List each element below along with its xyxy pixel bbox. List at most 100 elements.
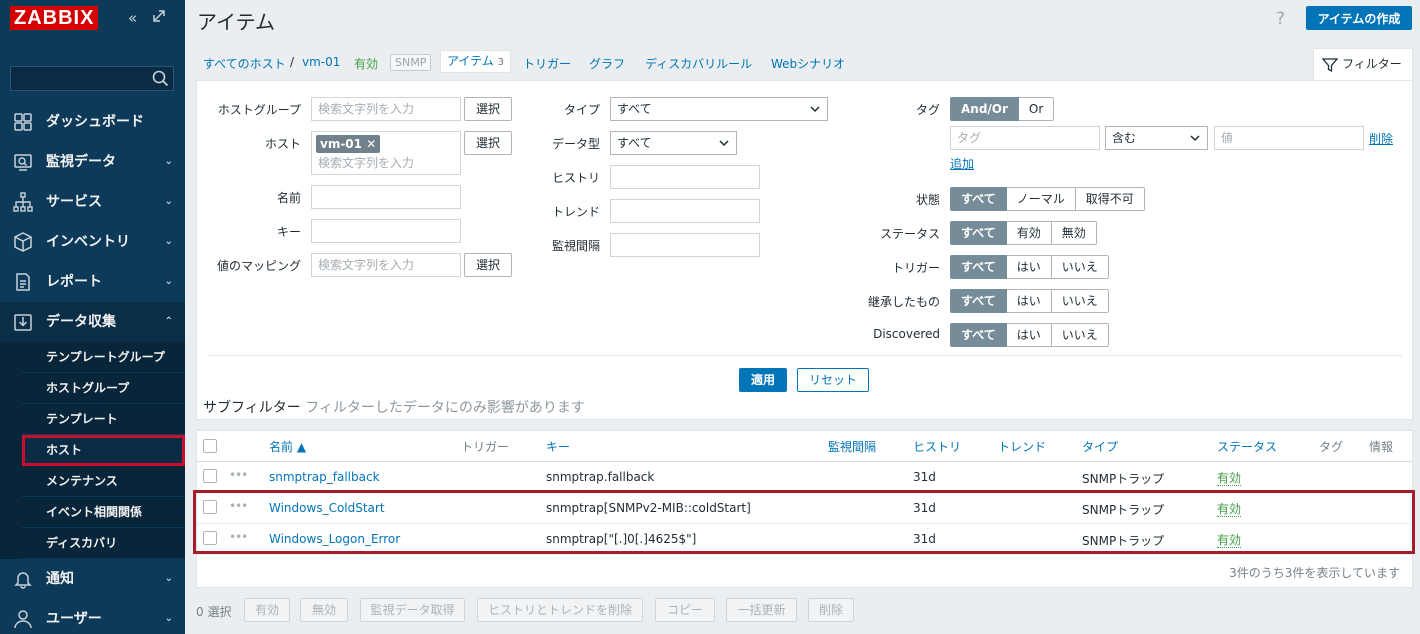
collapse-sidebar-icon[interactable]: «: [128, 9, 137, 27]
status-all-option[interactable]: すべて: [950, 221, 1007, 245]
tag-name-input[interactable]: タグ: [950, 126, 1100, 150]
triggers-all-option[interactable]: すべて: [950, 255, 1007, 279]
column-interval[interactable]: 監視間隔: [828, 438, 876, 455]
breadcrumb-all-hosts[interactable]: すべてのホスト: [203, 55, 286, 72]
apply-button[interactable]: 適用: [739, 368, 787, 392]
column-status[interactable]: ステータス: [1217, 438, 1277, 455]
triggers-toggle[interactable]: すべて はい いいえ: [950, 255, 1109, 279]
more-options-icon[interactable]: •••: [229, 468, 248, 482]
submenu-item-event-correlation[interactable]: イベント相関関係: [22, 497, 185, 528]
menu-item-alerts[interactable]: 通知 ⌄: [0, 559, 185, 599]
triggers-yes-option[interactable]: はい: [1006, 255, 1052, 279]
inherited-all-option[interactable]: すべて: [950, 289, 1007, 313]
select-all-checkbox[interactable]: [203, 439, 217, 453]
inherited-no-option[interactable]: いいえ: [1051, 289, 1109, 313]
item-name-link[interactable]: snmptrap_fallback: [269, 470, 380, 484]
clear-history-button[interactable]: ヒストリとトレンドを削除: [477, 598, 643, 622]
menu-item-services[interactable]: サービス ⌄: [0, 182, 185, 222]
tag-andor-option[interactable]: And/Or: [950, 97, 1019, 121]
status-enabled-option[interactable]: 有効: [1006, 221, 1052, 245]
filter-tab[interactable]: フィルター: [1313, 48, 1413, 80]
discovered-toggle[interactable]: すべて はい いいえ: [950, 323, 1109, 347]
type-select[interactable]: すべて: [610, 97, 828, 121]
state-toggle[interactable]: すべて ノーマル 取得不可: [950, 187, 1145, 211]
datatype-select[interactable]: すべて: [610, 131, 737, 155]
column-name[interactable]: 名前 ▲: [269, 438, 306, 455]
column-key[interactable]: キー: [546, 438, 570, 455]
tab-triggers[interactable]: トリガー: [523, 55, 571, 72]
triggers-no-option[interactable]: いいえ: [1051, 255, 1109, 279]
column-trends[interactable]: トレンド: [998, 438, 1046, 455]
column-type[interactable]: タイプ: [1082, 438, 1118, 455]
row-checkbox[interactable]: [203, 500, 217, 514]
item-name-link[interactable]: Windows_ColdStart: [269, 501, 385, 515]
row-checkbox[interactable]: [203, 531, 217, 545]
more-options-icon[interactable]: •••: [229, 530, 248, 544]
interval-input[interactable]: [610, 233, 760, 257]
submenu-item-templates[interactable]: テンプレート: [22, 404, 185, 435]
menu-item-inventory[interactable]: インベントリ ⌄: [0, 222, 185, 262]
reset-button[interactable]: リセット: [797, 368, 869, 392]
submenu-item-discovery[interactable]: ディスカバリ: [22, 528, 185, 559]
zabbix-logo[interactable]: ZABBIX: [10, 6, 99, 30]
tab-web-scenarios[interactable]: Webシナリオ: [771, 55, 845, 72]
column-history[interactable]: ヒストリ: [913, 438, 961, 455]
hostgroup-input[interactable]: 検索文字列を入力: [311, 97, 461, 121]
row-checkbox[interactable]: [203, 469, 217, 483]
host-token[interactable]: vm-01 ✕: [316, 135, 381, 153]
menu-item-monitoring[interactable]: 監視データ ⌄: [0, 142, 185, 182]
tag-or-option[interactable]: Or: [1018, 97, 1055, 121]
menu-item-reports[interactable]: レポート ⌄: [0, 262, 185, 302]
sidebar-search-input[interactable]: [10, 66, 174, 91]
valuemap-select-button[interactable]: 選択: [464, 253, 512, 277]
discovered-no-option[interactable]: いいえ: [1051, 323, 1109, 347]
item-status-toggle[interactable]: 有効: [1217, 503, 1242, 517]
tag-value-input[interactable]: 値: [1214, 126, 1364, 150]
delete-button[interactable]: 削除: [808, 598, 854, 622]
disable-button[interactable]: 無効: [300, 598, 348, 622]
copy-button[interactable]: コピー: [655, 598, 715, 622]
submenu-item-template-groups[interactable]: テンプレートグループ: [22, 342, 185, 373]
check-now-button[interactable]: 監視データ取得: [360, 598, 465, 622]
name-input[interactable]: [311, 185, 461, 209]
mass-update-button[interactable]: 一括更新: [726, 598, 797, 622]
inherited-yes-option[interactable]: はい: [1006, 289, 1052, 313]
tag-add-link[interactable]: 追加: [950, 155, 974, 172]
menu-item-users[interactable]: ユーザー ⌄: [0, 599, 185, 634]
submenu-item-maintenance[interactable]: メンテナンス: [22, 466, 185, 497]
discovered-all-option[interactable]: すべて: [950, 323, 1007, 347]
state-all-option[interactable]: すべて: [950, 187, 1007, 211]
valuemap-input[interactable]: 検索文字列を入力: [311, 253, 461, 277]
breadcrumb-host[interactable]: vm-01: [302, 55, 340, 69]
item-status-toggle[interactable]: 有効: [1217, 534, 1242, 548]
state-unsupported-option[interactable]: 取得不可: [1075, 187, 1145, 211]
state-normal-option[interactable]: ノーマル: [1006, 187, 1076, 211]
kiosk-mode-icon[interactable]: [152, 9, 166, 27]
menu-item-data-collection[interactable]: データ収集 ⌃: [0, 302, 185, 342]
menu-item-dashboard[interactable]: ダッシュボード: [0, 102, 185, 142]
discovered-yes-option[interactable]: はい: [1006, 323, 1052, 347]
host-select-button[interactable]: 選択: [464, 131, 512, 155]
enable-button[interactable]: 有効: [244, 598, 290, 622]
create-item-button[interactable]: アイテムの作成: [1306, 6, 1412, 30]
key-input[interactable]: [311, 219, 461, 243]
host-multiselect[interactable]: vm-01 ✕ 検索文字列を入力: [311, 131, 461, 175]
help-icon[interactable]: ?: [1276, 9, 1285, 29]
tag-operator-select[interactable]: 含む: [1105, 126, 1208, 150]
submenu-item-host-groups[interactable]: ホストグループ: [22, 373, 185, 404]
more-options-icon[interactable]: •••: [229, 499, 248, 513]
item-status-toggle[interactable]: 有効: [1217, 472, 1242, 486]
status-toggle[interactable]: すべて 有効 無効: [950, 221, 1097, 245]
remove-token-icon[interactable]: ✕: [366, 137, 376, 151]
tab-graphs[interactable]: グラフ: [589, 55, 625, 72]
trends-input[interactable]: [610, 199, 760, 223]
history-input[interactable]: [610, 165, 760, 189]
hostgroup-select-button[interactable]: 選択: [464, 97, 512, 121]
tab-discovery-rules[interactable]: ディスカバリルール: [645, 55, 752, 72]
tab-items[interactable]: アイテム 3: [440, 50, 512, 73]
inherited-toggle[interactable]: すべて はい いいえ: [950, 289, 1109, 313]
tag-operator-toggle[interactable]: And/Or Or: [950, 97, 1055, 121]
search-icon[interactable]: [152, 70, 169, 87]
item-name-link[interactable]: Windows_Logon_Error: [269, 532, 400, 546]
submenu-item-hosts[interactable]: ホスト: [22, 435, 185, 466]
